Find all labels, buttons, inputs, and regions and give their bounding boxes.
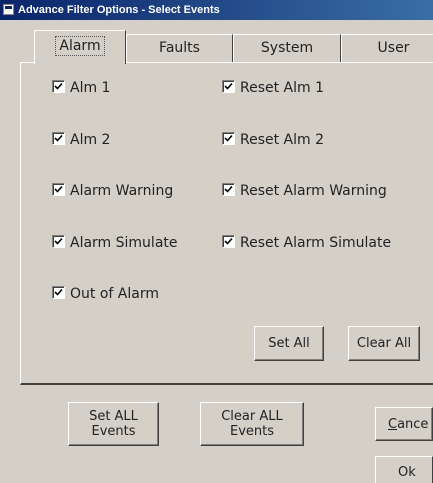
checkbox-box[interactable] [222, 235, 235, 248]
clear-all-events-button[interactable]: Clear ALL Events [200, 402, 304, 446]
cancel-button[interactable]: Cance [375, 407, 433, 441]
clear-all-events-label: Clear ALL Events [221, 409, 283, 439]
checkmark-icon [224, 134, 233, 142]
checkmark-icon [224, 237, 233, 245]
tab-alarm-label: Alarm [55, 36, 105, 56]
checkbox-label: Out of Alarm [70, 286, 159, 302]
checkmark-icon [54, 134, 63, 142]
checkmark-icon [54, 185, 63, 193]
tab-alarm[interactable]: Alarm [34, 30, 126, 64]
cancel-label: Cance [388, 416, 429, 432]
checkbox-label: Alarm Warning [70, 183, 174, 199]
checkbox-label: Reset Alarm Warning [240, 183, 387, 199]
checkmark-icon [54, 82, 63, 90]
checkbox-label: Reset Alm 1 [240, 80, 325, 96]
set-all-events-button[interactable]: Set ALL Events [68, 402, 159, 446]
tab-faults-label: Faults [159, 40, 200, 56]
set-all-events-label: Set ALL Events [89, 409, 138, 439]
ok-label: Ok [398, 464, 416, 480]
checkbox-reset-alm-1[interactable]: Reset Alm 1 [222, 78, 324, 98]
tab-panel-alarm: Alm 1 Reset Alm 1 Alm 2 Reset Alm 2 Alar… [20, 62, 433, 385]
title-bar: Advance Filter Options - Select Events [0, 0, 433, 20]
checkmark-icon [54, 237, 63, 245]
tab-user[interactable]: User [341, 34, 433, 62]
checkbox-box[interactable] [52, 80, 65, 93]
checkbox-box[interactable] [222, 132, 235, 145]
checkmark-icon [224, 82, 233, 90]
checkbox-alm-2[interactable]: Alm 2 [52, 130, 110, 150]
set-all-button[interactable]: Set All [254, 326, 324, 361]
checkbox-alm-1[interactable]: Alm 1 [52, 78, 110, 98]
checkbox-box[interactable] [222, 80, 235, 93]
checkbox-label: Alarm Simulate [70, 235, 178, 251]
checkbox-label: Reset Alm 2 [240, 132, 325, 148]
checkbox-label: Reset Alarm Simulate [240, 235, 392, 251]
clear-all-button[interactable]: Clear All [348, 326, 420, 361]
tab-faults[interactable]: Faults [126, 34, 233, 62]
checkbox-box[interactable] [52, 235, 65, 248]
checkbox-reset-alm-2[interactable]: Reset Alm 2 [222, 130, 324, 150]
checkbox-box[interactable] [52, 286, 65, 299]
checkbox-label: Alm 2 [70, 132, 111, 148]
checkbox-label: Alm 1 [70, 80, 111, 96]
app-icon [3, 4, 14, 15]
checkmark-icon [54, 288, 63, 296]
clear-all-label: Clear All [356, 336, 412, 351]
checkbox-box[interactable] [52, 132, 65, 145]
tab-user-label: User [377, 40, 410, 56]
checkbox-box[interactable] [52, 183, 65, 196]
window-title: Advance Filter Options - Select Events [18, 4, 220, 16]
checkbox-out-of-alarm[interactable]: Out of Alarm [52, 284, 159, 304]
checkbox-alarm-simulate[interactable]: Alarm Simulate [52, 233, 178, 253]
tab-system-label: System [260, 40, 314, 56]
checkbox-alarm-warning[interactable]: Alarm Warning [52, 181, 173, 201]
set-all-label: Set All [268, 336, 310, 351]
checkmark-icon [224, 185, 233, 193]
checkbox-reset-alarm-simulate[interactable]: Reset Alarm Simulate [222, 233, 391, 253]
checkbox-box[interactable] [222, 183, 235, 196]
ok-button[interactable]: Ok [375, 456, 433, 483]
tab-system[interactable]: System [233, 34, 341, 62]
checkbox-reset-alarm-warning[interactable]: Reset Alarm Warning [222, 181, 387, 201]
